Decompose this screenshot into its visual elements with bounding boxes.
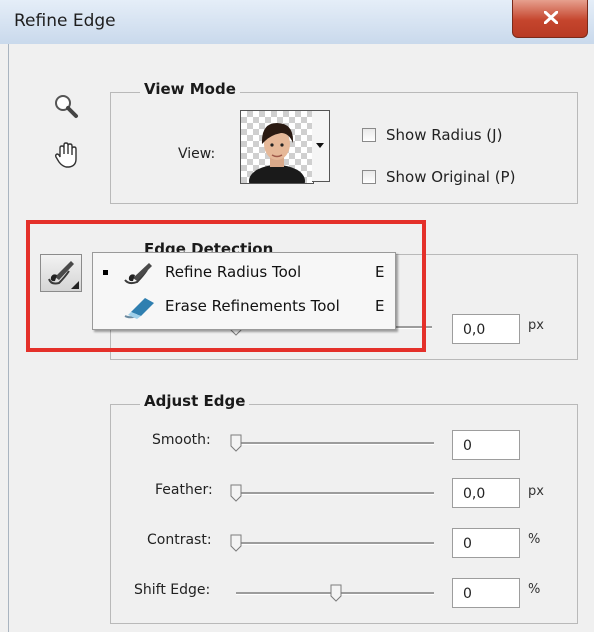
contrast-slider-knob[interactable] (230, 534, 242, 552)
smooth-field[interactable]: 0 (452, 430, 520, 460)
feather-unit: px (528, 484, 544, 499)
radius-unit: px (528, 318, 544, 333)
zoom-tool[interactable] (52, 92, 80, 120)
view-thumbnail[interactable] (240, 110, 314, 184)
view-dropdown-arrow[interactable] (312, 110, 330, 182)
hand-icon (54, 142, 77, 168)
view-mode-legend: View Mode (140, 80, 240, 98)
smooth-slider-track[interactable] (236, 442, 434, 445)
show-radius-checkbox[interactable] (362, 128, 376, 142)
smooth-slider-knob[interactable] (230, 434, 242, 452)
feather-slider-track[interactable] (236, 492, 434, 495)
zoom-icon (55, 95, 78, 118)
feather-label: Feather: (155, 482, 213, 498)
close-button[interactable] (512, 0, 588, 38)
view-label: View: (178, 146, 216, 162)
highlight-annotation-box (26, 220, 426, 352)
show-original-label: Show Original (P) (386, 168, 516, 186)
close-icon (544, 11, 558, 24)
radius-field[interactable]: 0,0 (452, 314, 520, 344)
hand-tool[interactable] (52, 140, 82, 170)
contrast-field[interactable]: 0 (452, 528, 520, 558)
contrast-label: Contrast: (147, 532, 212, 548)
shift-edge-unit: % (528, 582, 541, 597)
feather-slider-knob[interactable] (230, 484, 242, 502)
show-original-checkbox[interactable] (362, 170, 376, 184)
show-radius-label: Show Radius (J) (386, 126, 503, 144)
feather-field[interactable]: 0,0 (452, 478, 520, 508)
shift-edge-label: Shift Edge: (134, 582, 211, 598)
shift-edge-slider-knob[interactable] (330, 584, 342, 602)
title-bar: Refine Edge (0, 0, 594, 44)
smooth-label: Smooth: (152, 432, 211, 448)
shift-edge-field[interactable]: 0 (452, 578, 520, 608)
portrait-preview-image (249, 123, 305, 183)
contrast-slider-track[interactable] (236, 542, 434, 545)
adjust-edge-legend: Adjust Edge (140, 392, 250, 410)
contrast-unit: % (528, 532, 541, 547)
refine-edge-dialog: Refine Edge View Mode View: Show Radius … (0, 0, 594, 632)
window-title: Refine Edge (14, 11, 116, 31)
